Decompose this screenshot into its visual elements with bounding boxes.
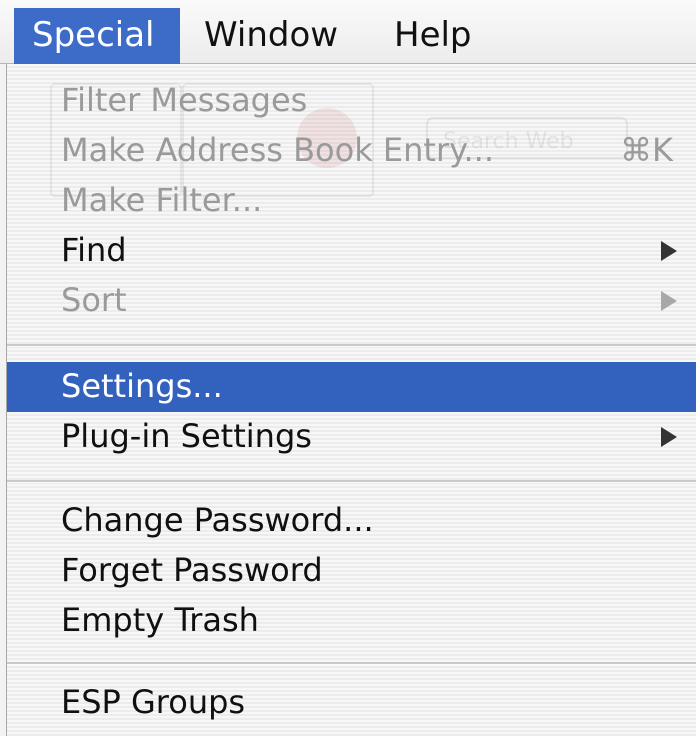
- menu-item-label: Settings...: [61, 367, 223, 405]
- menu-item-label: Sort: [61, 281, 127, 319]
- menubar-item-special[interactable]: Special: [14, 8, 180, 64]
- menu-item-empty-trash[interactable]: Empty Trash: [7, 596, 696, 646]
- menu-item-label: Plug-in Settings: [61, 417, 312, 455]
- menu-item-esp-groups[interactable]: ESP Groups: [7, 678, 696, 728]
- menu-separator: [7, 662, 696, 665]
- submenu-arrow-icon: [661, 291, 677, 311]
- menu-item-label: Find: [61, 231, 127, 269]
- special-dropdown-menu: Search Web Filter Messages Make Address …: [6, 64, 696, 736]
- menu-item-label: ESP Groups: [61, 683, 246, 721]
- menubar-item-label: Window: [204, 15, 339, 55]
- menu-item-filter-messages[interactable]: Filter Messages: [7, 76, 696, 126]
- submenu-arrow-icon: [661, 241, 677, 261]
- menu-item-label: Forget Password: [61, 551, 323, 589]
- menu-item-plug-in-settings[interactable]: Plug-in Settings: [7, 412, 696, 462]
- submenu-arrow-icon: [661, 427, 677, 447]
- menu-separator: [7, 480, 696, 483]
- menu-item-label: Filter Messages: [61, 81, 308, 119]
- menu-item-find[interactable]: Find: [7, 226, 696, 276]
- menubar-item-label: Special: [32, 15, 155, 55]
- menubar-item-window[interactable]: Window: [186, 8, 356, 64]
- menu-item-change-password[interactable]: Change Password...: [7, 496, 696, 546]
- menubar-item-help[interactable]: Help: [376, 8, 490, 64]
- menubar-item-label: Help: [394, 15, 472, 55]
- menu-bar: Special Window Help: [0, 0, 696, 64]
- menu-item-label: Make Address Book Entry...: [61, 131, 494, 169]
- menu-separator: [7, 344, 696, 347]
- menu-item-make-filter[interactable]: Make Filter...: [7, 176, 696, 226]
- menu-item-make-address-book-entry[interactable]: Make Address Book Entry... ⌘K: [7, 126, 696, 176]
- menu-item-label: Make Filter...: [61, 181, 263, 219]
- menu-item-sort[interactable]: Sort: [7, 276, 696, 326]
- menu-item-label: Change Password...: [61, 501, 374, 539]
- menu-item-settings[interactable]: Settings...: [7, 362, 696, 412]
- keyboard-shortcut: ⌘K: [620, 131, 673, 169]
- menu-item-label: Empty Trash: [61, 601, 259, 639]
- menu-item-forget-password[interactable]: Forget Password: [7, 546, 696, 596]
